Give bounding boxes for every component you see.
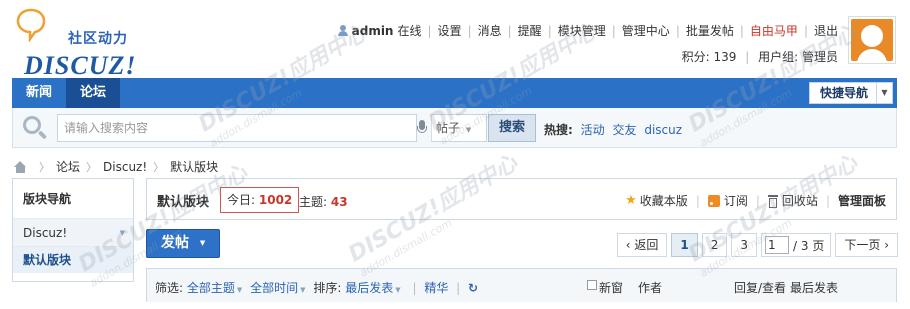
page-2[interactable]: 2 [701, 233, 728, 257]
search-bar: 请输入搜索内容 帖子 ▼ 搜索 热搜: 活动 交友 discuz [12, 108, 897, 148]
search-type-value: 帖子 [436, 121, 461, 135]
chevron-down-icon: ▼ [199, 239, 206, 247]
chevron-down-icon: ▼ [876, 83, 892, 103]
today-label: 今日: [227, 193, 256, 207]
filter-label: 筛选: [155, 281, 184, 295]
search-type-select[interactable]: 帖子 ▼ [431, 114, 487, 142]
today-count: 今日: 1002 [220, 187, 300, 213]
discuz-logo[interactable]: 社区动力 DISCUZ! [12, 8, 152, 80]
sort-last-post[interactable]: 最后发表 [345, 281, 393, 295]
back-label: 返回 [634, 238, 659, 252]
nav-forum[interactable]: 论坛 [66, 78, 121, 108]
free-vest-link[interactable]: 自由马甲 [750, 22, 798, 39]
breadcrumb-current: 默认版块 [170, 160, 219, 174]
subscribe-link[interactable]: 订阅 [724, 192, 748, 209]
today-value: 1002 [258, 193, 293, 207]
threads-value: 43 [330, 195, 348, 209]
refresh-icon[interactable]: ↻ [468, 281, 478, 295]
chevron-down-icon: ▼ [119, 229, 125, 237]
logout-link[interactable]: 退出 [814, 22, 838, 39]
user-icon [337, 25, 348, 36]
new-post-button[interactable]: 发帖 ▼ [146, 229, 220, 258]
col-last-post: 最后发表 [790, 281, 839, 295]
chevron-down-icon: ▼ [300, 286, 306, 294]
manage-panel-link[interactable]: 管理面板 [838, 192, 886, 209]
forum-nav-item[interactable]: 默认版块 [13, 247, 133, 273]
filter-all-time[interactable]: 全部时间 [250, 281, 298, 295]
logo-text: DISCUZ! [24, 51, 137, 80]
module-manage-link[interactable]: 模块管理 [558, 22, 606, 39]
new-window-checkbox[interactable] [587, 280, 597, 290]
forum-nav-title: 版块导航 [13, 179, 133, 219]
hot-search: 热搜: 活动 交友 discuz [544, 121, 682, 138]
breadcrumb: 〉 论坛 〉 Discuz! 〉 默认版块 [14, 158, 218, 175]
nav-news[interactable]: 新闻 [12, 78, 66, 108]
user-credits: 积分: 139 | 用户组: 管理员 [681, 50, 838, 64]
next-page-button[interactable]: 下一页 › [835, 233, 898, 257]
microphone-icon[interactable] [417, 120, 427, 136]
new-post-label: 发帖 [161, 235, 189, 251]
page-3[interactable]: 3 [731, 233, 758, 257]
threads-label: 主题: [299, 195, 328, 209]
logo-slogan: 社区动力 [68, 31, 128, 47]
search-button[interactable]: 搜索 [488, 114, 536, 142]
admin-center-link[interactable]: 管理中心 [622, 22, 670, 39]
messages-link[interactable]: 消息 [478, 22, 502, 39]
user-toolbar: admin 在线 | 设置 | 消息 | 提醒 | 模块管理 | 管理中心 | … [337, 22, 838, 39]
quick-nav-button[interactable]: 快捷导航 ▼ [808, 82, 893, 104]
forum-title: 默认版块 [157, 195, 210, 210]
thread-filter-bar: 筛选: 全部主题 ▼ 全部时间 ▼ 排序: 最后发表 ▼ | 精华 | ↻ 新窗 作者… [146, 268, 897, 302]
main-nav: 新闻 论坛 快捷导航 ▼ [12, 78, 897, 108]
forum-nav-group-label: Discuz! [23, 226, 68, 240]
page-total: / 3 页 [793, 238, 825, 253]
search-input[interactable]: 请输入搜索内容 [57, 114, 417, 142]
username-link[interactable]: admin [352, 24, 394, 38]
avatar-image [851, 19, 893, 61]
batch-post-link[interactable]: 批量发帖 [686, 22, 734, 39]
favorite-forum-link[interactable]: 收藏本版 [640, 192, 688, 209]
page-1[interactable]: 1 [671, 233, 698, 257]
hot-search-item[interactable]: discuz [644, 123, 682, 137]
breadcrumb-forum[interactable]: 论坛 [56, 158, 80, 175]
star-icon: ★ [625, 192, 637, 208]
page-jump: 1 / 3 页 [761, 233, 832, 257]
logo-bubble-icon [16, 8, 46, 42]
hot-search-label: 热搜: [544, 123, 573, 137]
notifications-link[interactable]: 提醒 [518, 22, 542, 39]
chevron-down-icon: ▼ [236, 286, 243, 294]
hot-search-item[interactable]: 交友 [612, 123, 636, 137]
usergroup-link[interactable]: 用户组: 管理员 [758, 50, 838, 64]
chevron-down-icon: ▼ [465, 126, 472, 134]
pagination: ‹ 返回 1 2 3 1 / 3 页 下一页 › [613, 233, 898, 257]
trash-icon [767, 194, 778, 208]
col-author: 作者 [638, 281, 663, 295]
back-button[interactable]: ‹ 返回 [616, 233, 668, 257]
recycle-bin-link[interactable]: 回收站 [782, 192, 818, 209]
filter-digest[interactable]: 精华 [424, 281, 448, 295]
hot-search-item[interactable]: 活动 [581, 123, 605, 137]
online-status[interactable]: 在线 [397, 22, 421, 39]
chevron-down-icon: ▼ [395, 286, 401, 294]
forum-nav-group[interactable]: Discuz! ▼ [13, 219, 133, 247]
thread-count: 主题: 43 [299, 193, 348, 210]
forum-header: 默认版块 今日: 1002 主题: 43 ★ 收藏本版 | 订阅 | 回收站 |… [146, 178, 897, 220]
new-window-label: 新窗 [599, 281, 624, 295]
filter-all-threads[interactable]: 全部主题 [187, 281, 235, 295]
col-reply-view: 回复/查看 [734, 281, 787, 295]
sort-label: 排序: [313, 281, 342, 295]
search-icon [23, 116, 48, 140]
quick-nav-label: 快捷导航 [819, 86, 868, 100]
avatar[interactable] [848, 16, 896, 64]
settings-link[interactable]: 设置 [438, 22, 462, 39]
rss-icon [707, 194, 720, 207]
next-page-label: 下一页 [844, 238, 881, 252]
forum-nav-panel: 版块导航 Discuz! ▼ 默认版块 [12, 178, 134, 282]
filter-group: 筛选: 全部主题 ▼ 全部时间 ▼ 排序: 最后发表 ▼ | 精华 | ↻ [155, 281, 479, 295]
page-jump-input[interactable]: 1 [765, 236, 790, 254]
credits-link[interactable]: 积分: 139 [682, 50, 737, 64]
forum-actions: ★ 收藏本版 | 订阅 | 回收站 | 管理面板 [625, 192, 886, 209]
breadcrumb-discuz[interactable]: Discuz! [103, 160, 147, 174]
home-icon[interactable] [14, 160, 27, 173]
